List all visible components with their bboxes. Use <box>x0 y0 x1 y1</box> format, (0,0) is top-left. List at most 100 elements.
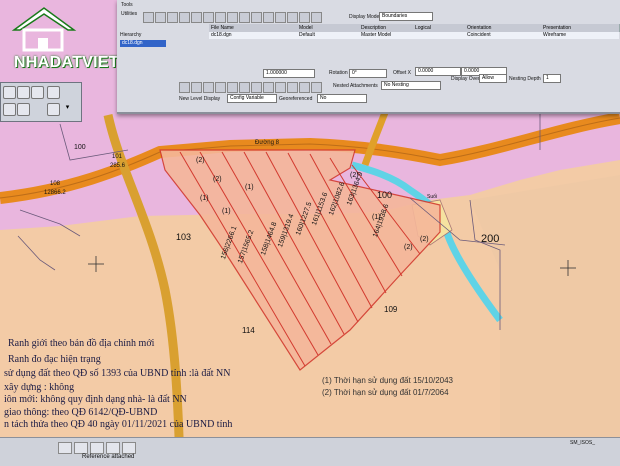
tool-button[interactable] <box>3 86 16 99</box>
table-cell[interactable] <box>413 32 465 39</box>
rotation-field[interactable]: 0° <box>349 69 387 78</box>
status-button[interactable] <box>58 442 72 454</box>
column-header-presentation[interactable]: Presentation <box>541 24 620 32</box>
status-message: Reference attached <box>82 454 135 460</box>
nested-attachments-label: Nested Attachments <box>333 83 378 89</box>
term-mark: (2) <box>404 244 413 251</box>
reference-manager-window: Tools Utilities Display Mode Boundaries … <box>117 0 620 114</box>
tool-row-button[interactable] <box>239 82 250 93</box>
status-button[interactable] <box>74 442 88 454</box>
dropdown-arrow-icon[interactable]: ▾ <box>63 103 72 112</box>
term-mark: (1) <box>245 184 254 191</box>
hierarchy-item[interactable]: dc18.dgn <box>120 40 166 47</box>
table-cell[interactable]: Coincident <box>465 32 541 39</box>
column-header-description[interactable]: Description <box>359 24 414 32</box>
new-level-display-select[interactable]: Config Variable <box>227 94 277 103</box>
table-cell[interactable]: Master Model <box>359 32 413 39</box>
tool-button[interactable] <box>3 103 16 116</box>
parcel-label-100-east: 100 <box>377 190 393 200</box>
toolbar-button[interactable] <box>263 12 274 23</box>
tool-row-button[interactable] <box>251 82 262 93</box>
display-mode-label: Display Mode <box>349 14 380 20</box>
toolbar-button[interactable] <box>155 12 166 23</box>
toolbar-button[interactable] <box>287 12 298 23</box>
tool-row-button[interactable] <box>179 82 190 93</box>
term-mark: (2) <box>213 176 222 183</box>
parcel-label-108: 108 <box>50 181 61 187</box>
rotation-label: Rotation <box>329 70 348 76</box>
tool-row-button[interactable] <box>203 82 214 93</box>
tool-button[interactable] <box>31 86 44 99</box>
parcel-label-103: 103 <box>176 232 192 242</box>
toolbar-button[interactable] <box>275 12 286 23</box>
status-bar: Reference attached SM_ISOS_ <box>0 437 620 466</box>
toolbar-button[interactable] <box>143 12 154 23</box>
road-name-label: Đường 8 <box>255 140 279 146</box>
table-cell[interactable]: Default <box>297 32 359 39</box>
tool-row-button[interactable] <box>191 82 202 93</box>
hierarchy-label: Hierarchy <box>120 32 142 38</box>
toolbar-button[interactable] <box>299 12 310 23</box>
new-level-display-label: New Level Display <box>179 96 221 102</box>
term-note-1: (1) Thời hạn sử dụng đất 15/10/2043 <box>322 376 453 385</box>
toolbar-button[interactable] <box>167 12 178 23</box>
tool-row-button[interactable] <box>215 82 226 93</box>
offset-x-field[interactable]: 0.0000 <box>415 67 461 76</box>
offset-label: Offset X <box>393 70 411 76</box>
display-overrides-select[interactable]: Allow <box>479 74 507 83</box>
nesting-depth-field[interactable]: 1 <box>543 74 561 83</box>
toolbar-button[interactable] <box>179 12 190 23</box>
tool-row-button[interactable] <box>299 82 310 93</box>
column-header-logical[interactable]: Logical <box>413 24 466 32</box>
column-header-model[interactable]: Model <box>297 24 360 32</box>
toolbar-button[interactable] <box>311 12 322 23</box>
term-mark: (1) <box>200 195 209 202</box>
tool-button[interactable] <box>17 103 30 116</box>
status-button[interactable] <box>90 442 104 454</box>
display-mode-select[interactable]: Boundaries <box>379 12 433 21</box>
parcel-label-109: 109 <box>384 305 398 314</box>
toolbar-button[interactable] <box>251 12 262 23</box>
tool-row-button[interactable] <box>263 82 274 93</box>
column-header-orientation[interactable]: Orientation <box>465 24 542 32</box>
legend-line: Ranh giới theo bản đồ địa chính mới <box>8 338 155 349</box>
table-cell[interactable]: dc18.dgn <box>209 32 297 39</box>
nesting-depth-label: Nesting Depth <box>509 76 541 82</box>
nested-attachments-select[interactable]: No Nesting <box>381 81 441 90</box>
tool-button[interactable] <box>17 86 30 99</box>
toolbar-button[interactable] <box>227 12 238 23</box>
tool-row-button[interactable] <box>311 82 322 93</box>
parcel-label-101: 101 <box>112 154 123 160</box>
tool-row-button[interactable] <box>227 82 238 93</box>
tool-row-button[interactable] <box>275 82 286 93</box>
legend-line: giao thông: theo QĐ 6142/QĐ-UBND <box>4 407 158 418</box>
parcel-label-100: 100 <box>74 144 86 151</box>
status-right-text: SM_ISOS_ <box>570 440 596 446</box>
legend-line: Ranh đo đạc hiện trạng <box>8 354 101 365</box>
toolbar-button[interactable] <box>215 12 226 23</box>
stream-label: Suối <box>427 194 438 200</box>
toolbar-button[interactable] <box>191 12 202 23</box>
menu-tools[interactable]: Tools <box>121 2 133 8</box>
house-logo-icon <box>11 7 77 52</box>
legend-line: iôn mới: không quy định dạng nhà- là đất… <box>4 394 187 405</box>
tool-button[interactable] <box>47 103 60 116</box>
legend-line: xây dựng : không <box>4 382 75 393</box>
status-button[interactable] <box>106 442 120 454</box>
parcel-label-114: 114 <box>242 326 255 335</box>
table-cell[interactable]: Wireframe <box>541 32 619 39</box>
toolbar-button[interactable] <box>239 12 250 23</box>
tool-button[interactable] <box>47 86 60 99</box>
tool-row-button[interactable] <box>287 82 298 93</box>
georeferenced-select[interactable]: No <box>317 94 367 103</box>
status-button[interactable] <box>122 442 136 454</box>
scale-field[interactable]: 1.000000 <box>263 69 315 78</box>
parcel-area-108: 12866.2 <box>44 190 66 196</box>
column-header-file-name[interactable]: File Name <box>209 24 298 32</box>
menu-utilities[interactable]: Utilities <box>121 11 137 17</box>
legend-line: n tách thửa theo QĐ 40 ngày 01/11/2021 c… <box>4 419 233 430</box>
legend-line: sử dụng đất theo QĐ số 1393 của UBND tỉn… <box>4 368 231 379</box>
term-note-2: (2) Thời hạn sử dụng đất 01/7/2064 <box>322 388 449 397</box>
toolbar-button[interactable] <box>203 12 214 23</box>
tool-palette: ▾ <box>0 82 82 122</box>
